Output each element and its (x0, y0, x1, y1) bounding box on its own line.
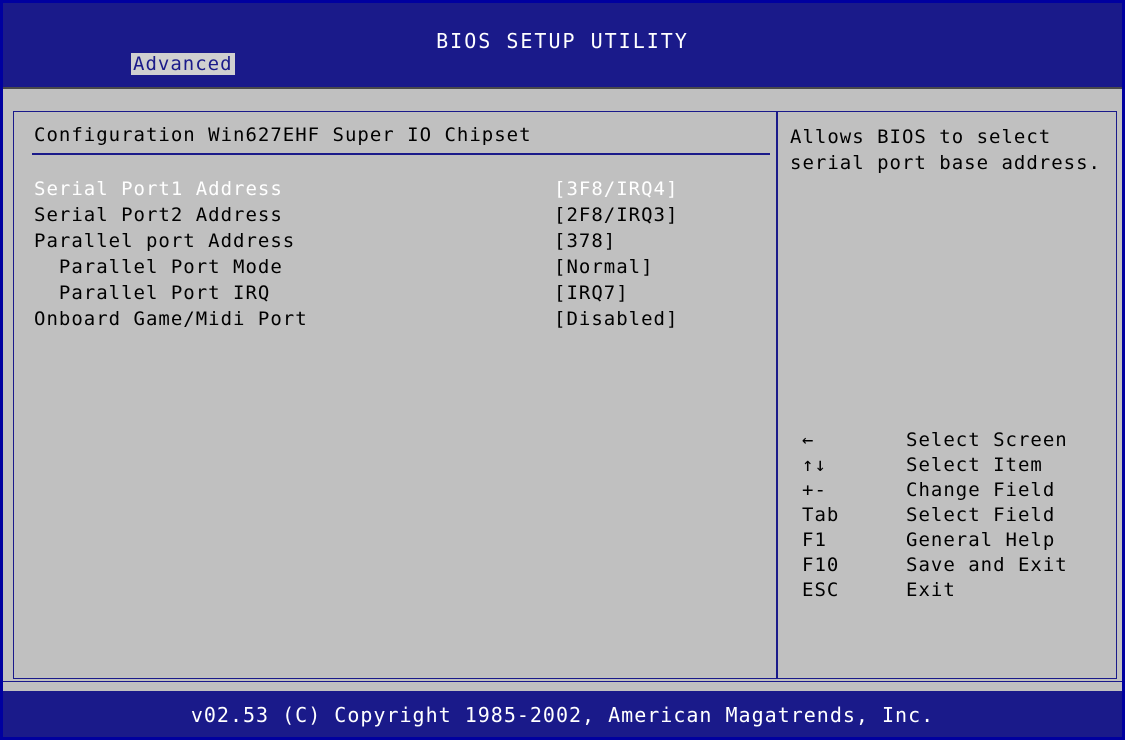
key-description: Select Item (906, 454, 1043, 476)
option-label: Parallel Port Mode (34, 256, 283, 278)
key-description: Save and Exit (906, 554, 1068, 576)
key-label: F10 (802, 554, 840, 576)
key-description: Change Field (906, 479, 1056, 501)
footer-bar: v02.53 (C) Copyright 1985-2002, American… (3, 691, 1122, 737)
key-row: F10 Save and Exit (790, 554, 1110, 579)
option-label: Parallel Port IRQ (34, 282, 271, 304)
option-parallel-port-address[interactable]: Parallel port Address [378] (34, 230, 615, 258)
help-pane: Allows BIOS to select serial port base a… (778, 112, 1116, 678)
option-serial-port1[interactable]: Serial Port1 Address [3F8/IRQ4] (34, 178, 677, 206)
option-value[interactable]: [Disabled] (554, 308, 678, 330)
option-value[interactable]: [2F8/IRQ3] (554, 204, 678, 226)
option-value[interactable]: [378] (554, 230, 616, 252)
help-text: Allows BIOS to select serial port base a… (790, 126, 1101, 174)
option-onboard-game-midi-port[interactable]: Onboard Game/Midi Port [Disabled] (34, 308, 677, 336)
key-description: General Help (906, 529, 1056, 551)
key-row: F1 General Help (790, 529, 1110, 554)
option-value[interactable]: [3F8/IRQ4] (554, 178, 678, 200)
header-bar: BIOS SETUP UTILITY Advanced (3, 3, 1122, 89)
key-description: Select Screen (906, 429, 1068, 451)
key-row: ↑↓ Select Item (790, 454, 1110, 479)
key-label: ESC (802, 579, 840, 601)
key-row: Tab Select Field (790, 504, 1110, 529)
option-label: Onboard Game/Midi Port (34, 308, 308, 330)
bios-screen: BIOS SETUP UTILITY Advanced Configuratio… (0, 0, 1125, 740)
copyright-text: v02.53 (C) Copyright 1985-2002, American… (190, 703, 935, 727)
main-panel: Configuration Win627EHF Super IO Chipset… (13, 111, 1117, 679)
section-title: Configuration Win627EHF Super IO Chipset (34, 124, 532, 146)
key-row: +- Change Field (790, 479, 1110, 504)
option-label: Serial Port2 Address (34, 204, 283, 226)
options-pane: Configuration Win627EHF Super IO Chipset… (14, 112, 778, 678)
left-arrow-icon: ← (802, 429, 815, 451)
key-row: ESC Exit (790, 579, 1110, 604)
key-label: +- (802, 479, 827, 501)
header-divider (3, 89, 1122, 107)
option-serial-port2[interactable]: Serial Port2 Address [2F8/IRQ3] (34, 204, 677, 232)
section-divider (32, 153, 770, 155)
option-value[interactable]: [IRQ7] (554, 282, 629, 304)
option-label: Serial Port1 Address (34, 178, 283, 200)
tab-advanced[interactable]: Advanced (131, 53, 235, 75)
up-down-arrows-icon: ↑↓ (802, 454, 827, 476)
option-label: Parallel port Address (34, 230, 296, 252)
key-label: F1 (802, 529, 827, 551)
key-row: ← Select Screen (790, 429, 1110, 454)
key-legend: ← Select Screen ↑↓ Select Item +- Change… (790, 429, 1110, 604)
key-description: Exit (906, 579, 956, 601)
utility-title: BIOS SETUP UTILITY (436, 29, 689, 53)
option-value[interactable]: [Normal] (554, 256, 654, 278)
key-description: Select Field (906, 504, 1056, 526)
key-label: Tab (802, 504, 840, 526)
option-parallel-port-irq[interactable]: Parallel Port IRQ [IRQ7] (34, 282, 628, 310)
option-parallel-port-mode[interactable]: Parallel Port Mode [Normal] (34, 256, 653, 284)
